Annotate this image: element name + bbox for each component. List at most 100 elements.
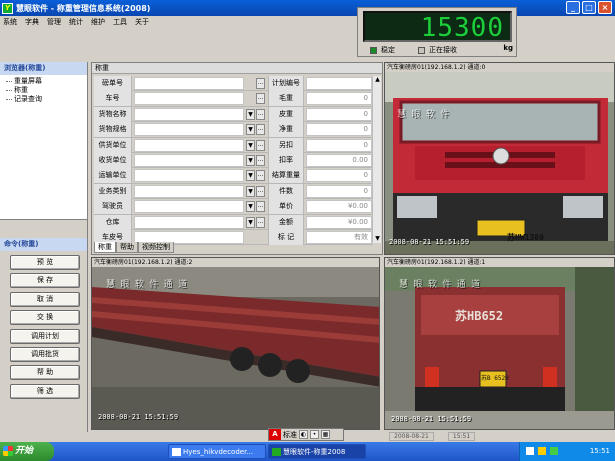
menu-dictionary[interactable]: 字典 — [25, 17, 39, 27]
field-input[interactable] — [134, 200, 244, 214]
menu-manage[interactable]: 管理 — [47, 17, 61, 27]
field-label: 车号 — [94, 91, 132, 107]
dropdown-arrow-icon[interactable]: ▼ — [246, 216, 255, 228]
osd-timestamp: 2008-08-21 15:51:59 — [389, 238, 470, 246]
ime-toolbar[interactable]: A 标准 ◐ • ▦ — [268, 428, 344, 441]
form-title: 称重 — [92, 63, 382, 74]
field-value[interactable]: 0 — [306, 92, 372, 106]
field-input[interactable] — [134, 77, 244, 90]
field-value[interactable]: ¥0.00 — [306, 215, 372, 229]
tab-weigh[interactable]: 称重 — [94, 242, 116, 253]
camera-caption: 汽车衡磅房01(192.168.1.2) 通道:1 — [385, 258, 614, 267]
maximize-button[interactable]: □ — [582, 1, 596, 14]
field-label: 计划编号 — [268, 76, 304, 91]
form-row: 磅单号 … 计划编号 — [94, 76, 373, 92]
browse-icon[interactable]: … — [256, 216, 265, 228]
dropdown-arrow-icon[interactable]: ▼ — [246, 139, 255, 151]
tab-video-control[interactable]: 视频控制 — [138, 242, 174, 253]
field-input[interactable] — [134, 215, 244, 229]
field-input[interactable] — [134, 184, 244, 198]
dropdown-arrow-icon[interactable]: ▼ — [246, 170, 255, 182]
browse-icon[interactable]: … — [256, 185, 265, 197]
camera-panel-channel-1[interactable]: 汽车衡磅房01(192.168.1.2) 通道:1 苏HB652 苏B 652H… — [384, 257, 615, 430]
field-input[interactable] — [134, 107, 244, 121]
menu-system[interactable]: 系统 — [3, 17, 17, 27]
load-batch-button[interactable]: 调用批货 — [10, 346, 80, 362]
nav-item-record-query[interactable]: 记录查询 — [6, 95, 87, 104]
minimize-button[interactable]: _ — [566, 1, 580, 14]
command-list: 预 览 保 存 取 消 交 换 调用计划 调用批货 帮 助 筛 选 — [0, 251, 87, 399]
field-label: 毛重 — [268, 91, 304, 107]
field-value[interactable]: 0 — [306, 123, 372, 137]
weight-unit: kg — [503, 44, 513, 52]
exchange-button[interactable]: 交 换 — [10, 310, 80, 326]
menu-maintenance[interactable]: 维护 — [91, 17, 105, 27]
plate-text: 苏HW1380 — [507, 233, 544, 242]
ime-icon[interactable]: A — [269, 429, 281, 440]
browse-icon[interactable]: … — [256, 124, 265, 136]
camera-panel-channel-0[interactable]: 汽车衡磅房01(192.168.1.2) 通道:0 苏HW1380 慧 眼 软 … — [384, 62, 615, 255]
form-scrollbar[interactable]: ▲ ▼ — [372, 76, 381, 243]
field-input[interactable] — [134, 123, 244, 137]
menu-statistics[interactable]: 统计 — [69, 17, 83, 27]
browse-icon[interactable]: … — [256, 154, 265, 166]
browse-icon[interactable]: … — [256, 93, 265, 105]
nav-item-weigh[interactable]: 称重 — [6, 86, 87, 95]
browse-icon[interactable]: … — [256, 78, 265, 89]
plate-painted-text: 苏HB652 — [455, 309, 504, 323]
field-value[interactable]: 0 — [306, 184, 372, 198]
preview-button[interactable]: 预 览 — [10, 255, 80, 270]
field-value[interactable]: 0 — [306, 138, 372, 152]
camera-panel-channel-2[interactable]: 汽车衡磅房01(192.168.1.2) 通道:2 慧 眼 软 件 通 道 20… — [91, 257, 380, 430]
start-button[interactable]: 开始 — [0, 442, 54, 461]
ime-mode[interactable]: 标准 — [283, 430, 297, 440]
app-icon — [272, 448, 281, 456]
status-date: 2008-08-21 — [389, 432, 434, 441]
scroll-down-icon[interactable]: ▼ — [373, 235, 382, 243]
plate-text: 苏B 652H — [481, 375, 509, 382]
field-value[interactable]: 有效 — [306, 230, 372, 244]
load-plan-button[interactable]: 调用计划 — [10, 328, 80, 344]
receiving-indicator: 正在接收 — [418, 45, 457, 55]
browse-icon[interactable]: … — [256, 108, 265, 120]
close-button[interactable]: × — [598, 1, 612, 14]
task-weighing-app[interactable]: 慧眼软件-称重2008 — [268, 444, 366, 459]
dropdown-arrow-icon[interactable]: ▼ — [246, 154, 255, 166]
form-row: 业务类别 ▼… 件数 0 — [94, 183, 373, 200]
dropdown-arrow-icon[interactable]: ▼ — [246, 124, 255, 136]
field-value[interactable] — [306, 77, 372, 90]
dropdown-arrow-icon[interactable]: ▼ — [246, 185, 255, 197]
menu-about[interactable]: 关于 — [135, 17, 149, 27]
field-input[interactable] — [134, 153, 244, 167]
nav-item-weight-screen[interactable]: 重量屏幕 — [6, 77, 87, 86]
keyboard-icon[interactable]: ▦ — [321, 430, 330, 439]
tray-icon[interactable] — [550, 447, 558, 455]
dropdown-arrow-icon[interactable]: ▼ — [246, 108, 255, 120]
tray-icon[interactable] — [538, 447, 546, 455]
dropdown-arrow-icon[interactable]: ▼ — [246, 201, 255, 213]
field-value[interactable]: 0.00 — [306, 153, 372, 167]
field-label: 业务类别 — [94, 183, 132, 199]
truck-front-image — [385, 72, 614, 254]
field-input[interactable] — [134, 169, 244, 183]
browse-icon[interactable]: … — [256, 201, 265, 213]
help-button[interactable]: 帮 助 — [10, 365, 80, 381]
form-grid: 磅单号… 计划编号 车号… 毛重 0 货物名称 ▼… 皮重 0 货物规格 ▼… 净重 0 供货单位 ▼… 另扣… — [94, 76, 373, 246]
menu-tools[interactable]: 工具 — [113, 17, 127, 27]
task-hikvdecoder[interactable]: Hyes_hikvdecoder... — [168, 444, 266, 459]
field-value[interactable]: ¥0.00 — [306, 200, 372, 214]
filter-button[interactable]: 筛 选 — [10, 383, 80, 399]
punct-icon[interactable]: • — [310, 430, 319, 439]
field-input[interactable] — [134, 92, 244, 106]
field-value[interactable]: 0 — [306, 169, 372, 183]
scroll-up-icon[interactable]: ▲ — [373, 76, 382, 84]
cancel-button[interactable]: 取 消 — [10, 291, 80, 307]
field-value[interactable]: 0 — [306, 107, 372, 121]
tray-icon[interactable] — [526, 447, 534, 455]
tab-help[interactable]: 帮助 — [116, 242, 138, 253]
field-input[interactable] — [134, 138, 244, 152]
moon-icon[interactable]: ◐ — [299, 430, 308, 439]
browse-icon[interactable]: … — [256, 139, 265, 151]
browse-icon[interactable]: … — [256, 170, 265, 182]
save-button[interactable]: 保 存 — [10, 273, 80, 289]
